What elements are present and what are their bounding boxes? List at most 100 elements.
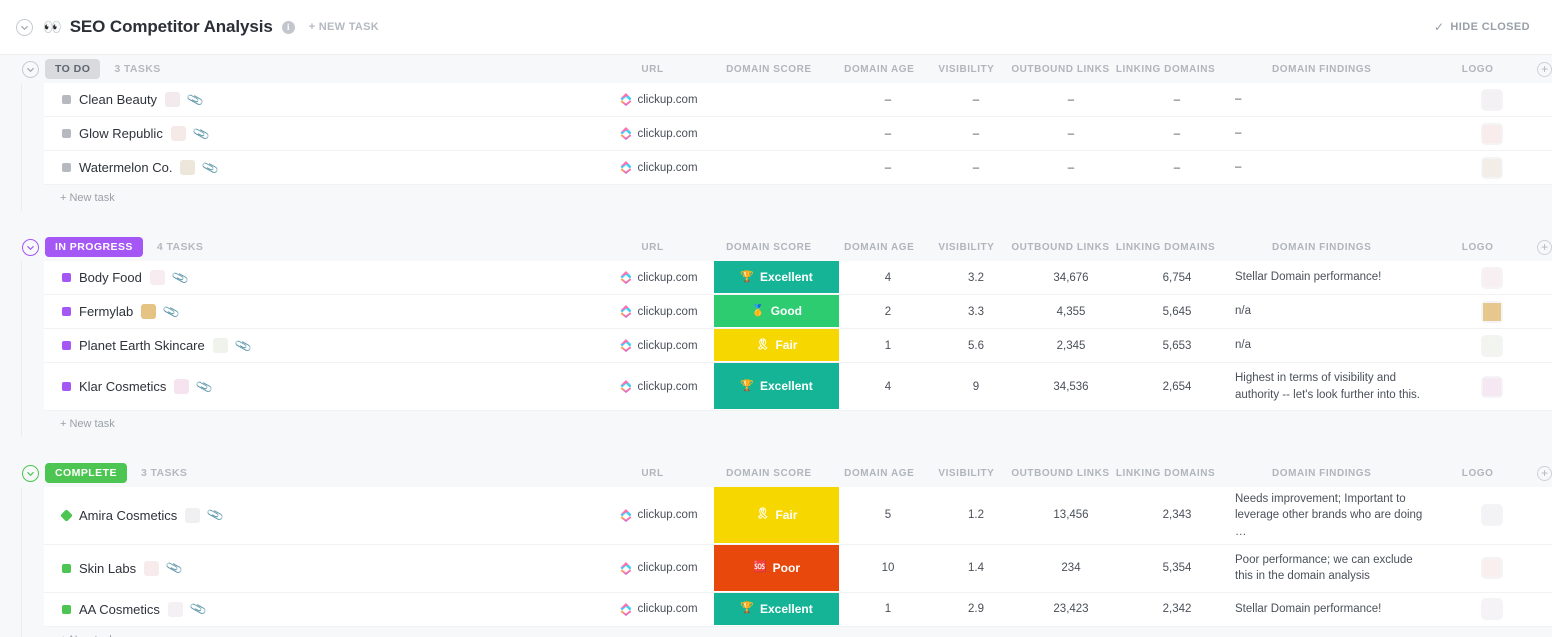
outbound-links-cell[interactable]: 34,536 [1015,363,1127,410]
group-status-pill[interactable]: COMPLETE [45,463,127,484]
table-row[interactable]: Clean Beauty📎clickup.com––––– [44,83,1552,117]
table-row[interactable]: Glow Republic📎clickup.com––––– [44,117,1552,151]
attachment-icon[interactable]: 📎 [171,268,190,286]
column-header-url[interactable]: URL [598,64,707,75]
logo-cell[interactable] [1442,83,1542,116]
attachment-icon[interactable]: 📎 [186,90,205,108]
visibility-cell[interactable]: 3.3 [937,295,1015,328]
domain-age-cell[interactable]: 10 [839,545,937,592]
table-row[interactable]: Fermylab📎clickup.com🥇Good23.34,3555,645n… [44,295,1552,329]
task-name-cell[interactable]: Fermylab📎 [44,295,604,328]
domain-age-cell[interactable]: – [839,151,937,184]
domain-score-badge[interactable]: 🏆Excellent [714,593,839,626]
collapse-all-icon[interactable] [16,19,33,36]
add-column-button[interactable]: + [1537,62,1552,77]
column-header-age[interactable]: DOMAIN AGE [831,64,928,75]
table-row[interactable]: Skin Labs📎clickup.com🆘Poor101.42345,354P… [44,545,1552,593]
logo-cell[interactable] [1442,261,1542,294]
logo-cell[interactable] [1442,487,1542,544]
column-header-vis[interactable]: VISIBILITY [928,468,1005,479]
visibility-cell[interactable]: 9 [937,363,1015,410]
status-bullet-icon[interactable] [60,509,73,522]
logo-cell[interactable] [1442,593,1542,626]
column-header-link[interactable]: LINKING DOMAINS [1116,468,1215,479]
domain-score-cell[interactable] [714,83,839,116]
linking-domains-cell[interactable]: 5,653 [1127,329,1227,362]
status-bullet-icon[interactable] [62,307,71,316]
new-task-row[interactable]: + New task [44,411,1552,437]
column-header-vis[interactable]: VISIBILITY [928,242,1005,253]
linking-domains-cell[interactable]: 2,654 [1127,363,1227,410]
outbound-links-cell[interactable]: 4,355 [1015,295,1127,328]
domain-score-badge[interactable]: 🥇Good [714,295,839,328]
table-row[interactable]: AA Cosmetics📎clickup.com🏆Excellent12.923… [44,593,1552,627]
table-row[interactable]: Body Food📎clickup.com🏆Excellent43.234,67… [44,261,1552,295]
logo-cell[interactable] [1442,117,1542,150]
logo-cell[interactable] [1442,329,1542,362]
domain-findings-cell[interactable]: – [1227,83,1442,116]
linking-domains-cell[interactable]: 5,354 [1127,545,1227,592]
table-row[interactable]: Planet Earth Skincare📎clickup.com🎗Fair15… [44,329,1552,363]
status-bullet-icon[interactable] [62,273,71,282]
url-cell[interactable]: clickup.com [604,83,714,116]
url-cell[interactable]: clickup.com [604,261,714,294]
column-header-age[interactable]: DOMAIN AGE [831,242,928,253]
visibility-cell[interactable]: 5.6 [937,329,1015,362]
visibility-cell[interactable]: – [937,151,1015,184]
task-name-cell[interactable]: Skin Labs📎 [44,545,604,592]
column-header-findings[interactable]: DOMAIN FINDINGS [1215,242,1428,253]
domain-findings-cell[interactable]: Poor performance; we can exclude this in… [1227,545,1442,592]
group-status-pill[interactable]: TO DO [45,59,100,80]
group-status-pill[interactable]: IN PROGRESS [45,237,143,258]
domain-findings-cell[interactable]: n/a [1227,295,1442,328]
table-row[interactable]: Amira Cosmetics📎clickup.com🎗Fair51.213,4… [44,487,1552,545]
status-bullet-icon[interactable] [62,95,71,104]
domain-age-cell[interactable]: – [839,83,937,116]
domain-score-cell[interactable]: 🏆Excellent [714,261,839,294]
domain-age-cell[interactable]: 1 [839,329,937,362]
new-task-row[interactable]: + New task [44,185,1552,211]
domain-score-cell[interactable] [714,117,839,150]
url-cell[interactable]: clickup.com [604,593,714,626]
outbound-links-cell[interactable]: 23,423 [1015,593,1127,626]
column-header-score[interactable]: DOMAIN SCORE [707,64,831,75]
status-bullet-icon[interactable] [62,129,71,138]
domain-findings-cell[interactable]: – [1227,151,1442,184]
domain-score-cell[interactable]: 🎗Fair [714,329,839,362]
domain-score-cell[interactable]: 🎗Fair [714,487,839,544]
table-row[interactable]: Klar Cosmetics📎clickup.com🏆Excellent4934… [44,363,1552,411]
outbound-links-cell[interactable]: 34,676 [1015,261,1127,294]
domain-age-cell[interactable]: – [839,117,937,150]
domain-score-cell[interactable]: 🏆Excellent [714,363,839,410]
visibility-cell[interactable]: 1.2 [937,487,1015,544]
outbound-links-cell[interactable]: – [1015,83,1127,116]
domain-score-badge[interactable]: 🏆Excellent [714,261,839,294]
task-name-cell[interactable]: Amira Cosmetics📎 [44,487,604,544]
outbound-links-cell[interactable]: – [1015,117,1127,150]
domain-findings-cell[interactable]: Highest in terms of visibility and autho… [1227,363,1442,410]
logo-cell[interactable] [1442,545,1542,592]
domain-score-cell[interactable]: 🆘Poor [714,545,839,592]
attachment-icon[interactable]: 📎 [201,158,220,176]
domain-age-cell[interactable]: 4 [839,261,937,294]
linking-domains-cell[interactable]: – [1127,83,1227,116]
logo-cell[interactable] [1442,295,1542,328]
column-header-score[interactable]: DOMAIN SCORE [707,242,831,253]
group-collapse-icon[interactable] [22,239,39,256]
visibility-cell[interactable]: 3.2 [937,261,1015,294]
column-header-url[interactable]: URL [598,242,707,253]
new-task-row[interactable]: + New task [44,627,1552,637]
outbound-links-cell[interactable]: 234 [1015,545,1127,592]
domain-age-cell[interactable]: 5 [839,487,937,544]
visibility-cell[interactable]: – [937,117,1015,150]
column-header-logo[interactable]: LOGO [1428,242,1527,253]
linking-domains-cell[interactable]: 6,754 [1127,261,1227,294]
domain-score-cell[interactable] [714,151,839,184]
task-name-cell[interactable]: Clean Beauty📎 [44,83,604,116]
domain-score-badge[interactable]: 🎗Fair [714,329,839,362]
linking-domains-cell[interactable]: 2,343 [1127,487,1227,544]
domain-age-cell[interactable]: 4 [839,363,937,410]
new-task-button[interactable]: + NEW TASK [309,21,379,33]
url-cell[interactable]: clickup.com [604,329,714,362]
domain-findings-cell[interactable]: Needs improvement; Important to leverage… [1227,487,1442,544]
